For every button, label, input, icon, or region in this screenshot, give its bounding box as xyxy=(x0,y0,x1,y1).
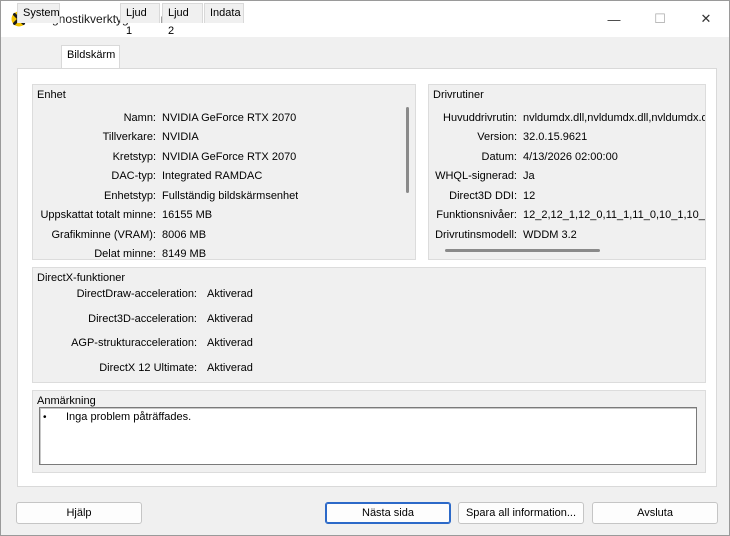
maximize-icon: ☐ xyxy=(654,11,666,26)
device-dac-type-label: DAC-typ: xyxy=(111,170,156,182)
agp-texture-value: Aktiverad xyxy=(207,337,253,349)
driver-feature-levels-label: Funktionsnivåer: xyxy=(436,209,517,221)
device-chip-type-value: NVIDIA GeForce RTX 2070 xyxy=(162,151,297,163)
device-name-label: Namn: xyxy=(123,112,156,124)
directx-features-title: DirectX-funktioner xyxy=(37,272,126,284)
help-button[interactable]: Hjälp xyxy=(16,502,142,524)
notes-textbox[interactable]: • Inga problem påträffades. xyxy=(39,407,697,465)
driver-version-value: 32.0.15.9621 xyxy=(523,131,588,143)
next-page-button[interactable]: Nästa sida xyxy=(325,502,451,524)
driver-d3d-ddi-value: 12 xyxy=(523,190,536,202)
exit-button-label: Avsluta xyxy=(637,507,673,519)
maximize-button[interactable]: ☐ xyxy=(637,1,683,37)
agp-texture-label: AGP-strukturacceleration: xyxy=(71,337,197,349)
minimize-button[interactable]: — xyxy=(591,1,637,37)
next-page-button-label: Nästa sida xyxy=(362,507,414,519)
close-button[interactable]: ✕ xyxy=(683,1,729,37)
driver-d3d-ddi-label: Direct3D DDI: xyxy=(449,190,517,202)
driver-whql-value: Ja xyxy=(523,170,535,182)
device-type-value: Fullständig bildskärmsenhet xyxy=(162,190,299,202)
note-item: Inga problem påträffades. xyxy=(66,411,192,423)
device-chip-type-label: Kretstyp: xyxy=(112,151,156,163)
device-shared-memory-label: Delat minne: xyxy=(94,248,156,260)
driver-feature-levels-value: 12_2,12_1,12_0,11_1,11_0,10_1,10_0,9_3 xyxy=(523,209,705,221)
dx12-ultimate-label: DirectX 12 Ultimate: xyxy=(99,362,197,374)
device-name-value: NVIDIA GeForce RTX 2070 xyxy=(162,112,297,124)
device-dac-type-value: Integrated RAMDAC xyxy=(162,170,263,182)
notes-group-title: Anmärkning xyxy=(37,395,96,407)
drivers-horizontal-scrollbar[interactable] xyxy=(445,249,600,252)
directdraw-value: Aktiverad xyxy=(207,288,253,300)
tab-label: Indata xyxy=(210,7,241,19)
device-shared-memory-value: 8149 MB xyxy=(162,248,207,260)
driver-whql-label: WHQL-signerad: xyxy=(435,170,517,182)
tab-input[interactable]: Indata xyxy=(204,3,244,23)
save-all-information-button[interactable]: Spara all information... xyxy=(458,502,584,524)
tab-display[interactable]: Bildskärm xyxy=(61,45,120,68)
direct3d-value: Aktiverad xyxy=(207,313,253,325)
driver-model-value: WDDM 3.2 xyxy=(523,229,577,241)
driver-main-label: Huvuddrivrutin: xyxy=(443,112,517,124)
driver-version-label: Version: xyxy=(477,131,517,143)
note-bullet: • xyxy=(43,412,47,423)
tab-sound-1[interactable]: Ljud 1 xyxy=(120,3,160,37)
drivers-group-title: Drivrutiner xyxy=(433,89,484,101)
tab-system[interactable]: System xyxy=(17,3,60,23)
driver-model-label: Drivrutinsmodell: xyxy=(435,229,517,241)
device-total-memory-label: Uppskattat totalt minne: xyxy=(40,209,156,221)
device-vertical-scrollbar[interactable] xyxy=(406,107,409,193)
device-group-title: Enhet xyxy=(37,89,66,101)
device-total-memory-value: 16155 MB xyxy=(162,209,213,221)
driver-main-value: nvldumdx.dll,nvldumdx.dll,nvldumdx.dll,n… xyxy=(523,112,705,124)
help-button-label: Hjälp xyxy=(66,507,92,519)
minimize-icon: — xyxy=(607,11,621,27)
driver-date-label: Datum: xyxy=(481,151,517,163)
dx12-ultimate-value: Aktiverad xyxy=(207,362,253,374)
exit-button[interactable]: Avsluta xyxy=(592,502,718,524)
title-bar: Diagnostikverktyg för DirectX — ☐ ✕ xyxy=(1,1,729,37)
tab-label: System xyxy=(23,7,60,19)
device-vram-label: Grafikminne (VRAM): xyxy=(51,229,156,241)
device-vram-value: 8006 MB xyxy=(162,229,207,241)
save-all-information-button-label: Spara all information... xyxy=(465,507,577,519)
tab-label: Bildskärm xyxy=(67,49,116,61)
directdraw-label: DirectDraw-acceleration: xyxy=(76,288,197,300)
dxdiag-window: Diagnostikverktyg för DirectX — ☐ ✕ Syst… xyxy=(0,0,730,536)
tab-sound-2[interactable]: Ljud 2 xyxy=(162,3,203,37)
device-manufacturer-value: NVIDIA xyxy=(162,131,199,143)
close-icon: ✕ xyxy=(700,11,712,26)
device-type-label: Enhetstyp: xyxy=(104,190,156,202)
driver-date-value: 4/13/2026 02:00:00 xyxy=(523,151,618,163)
direct3d-label: Direct3D-acceleration: xyxy=(88,313,197,325)
device-manufacturer-label: Tillverkare: xyxy=(102,131,156,143)
